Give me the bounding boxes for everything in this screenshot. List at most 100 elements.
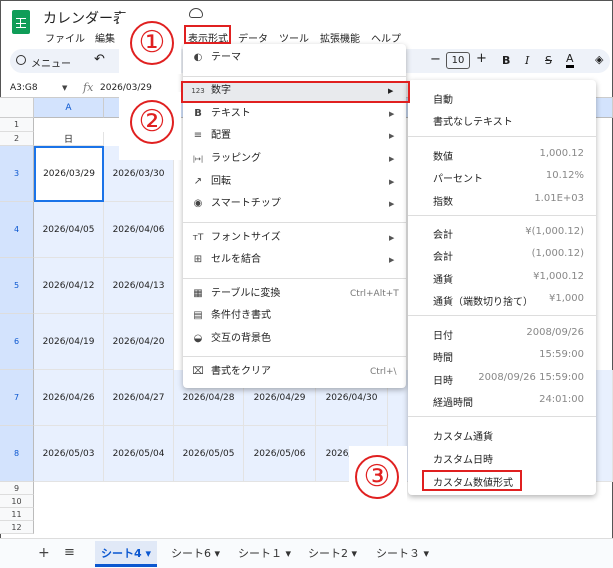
format-time[interactable]: 時間 xyxy=(433,349,453,364)
row-header[interactable]: 1 xyxy=(0,118,34,132)
fill-color-icon[interactable]: ◈ xyxy=(595,53,603,66)
format-percent[interactable]: パーセント xyxy=(433,170,483,185)
menu-item-alternating-colors[interactable]: ◒ 交互の背景色 xyxy=(183,329,406,349)
format-scientific[interactable]: 指数 xyxy=(433,193,453,208)
menu-divider xyxy=(408,136,596,137)
format-custom-currency[interactable]: カスタム通貨 xyxy=(433,428,493,443)
name-box[interactable]: A3:G8 xyxy=(10,83,38,93)
format-example: ¥1,000.12 xyxy=(533,271,584,282)
all-sheets-button[interactable]: ≡ xyxy=(64,545,75,560)
date-cell[interactable]: 2026/04/20 xyxy=(104,314,174,370)
menu-edit[interactable]: 編集 xyxy=(95,30,115,45)
sheet-tab[interactable]: シート１ ▾ xyxy=(232,541,297,567)
sheet-tab-active[interactable]: シート4 ▾ xyxy=(95,541,158,567)
menu-divider xyxy=(408,215,596,216)
select-all-corner[interactable] xyxy=(0,98,34,118)
menu-item-convert-to-table[interactable]: ▦ テーブルに変換 Ctrl+Alt+T xyxy=(183,284,406,304)
format-auto[interactable]: 自動 xyxy=(433,91,453,106)
document-title[interactable]: カレンダー表 xyxy=(43,8,127,28)
row-header[interactable]: 8 xyxy=(0,426,34,482)
italic-button[interactable]: I xyxy=(525,54,529,67)
date-cell[interactable]: 2026/04/06 xyxy=(104,202,174,258)
sheet-tab[interactable]: シート6 ▾ xyxy=(165,541,226,567)
menu-file[interactable]: ファイル xyxy=(45,30,85,45)
row-header[interactable]: 3 xyxy=(0,146,34,202)
format-currency[interactable]: 通貨 xyxy=(433,271,453,286)
menu-item-smart-chips[interactable]: ◉ スマートチップ ▶ xyxy=(183,194,406,214)
sheet-tab[interactable]: シート３ ▾ xyxy=(370,541,435,567)
palette-icon: ◐ xyxy=(193,52,203,63)
date-cell[interactable]: 2026/05/03 xyxy=(34,426,104,482)
add-sheet-button[interactable]: + xyxy=(38,545,50,561)
date-cell[interactable]: 2026/04/19 xyxy=(34,314,104,370)
column-header-a[interactable]: A xyxy=(34,98,104,118)
menu-help[interactable]: ヘルプ xyxy=(371,30,401,45)
submenu-arrow-icon: ▶ xyxy=(389,110,395,118)
row-header[interactable]: 11 xyxy=(0,508,34,521)
search-icon[interactable] xyxy=(16,55,26,65)
name-box-dropdown-icon[interactable]: ▼ xyxy=(62,84,67,92)
format-datetime[interactable]: 日時 xyxy=(433,372,453,387)
active-cell[interactable]: 2026/03/29 xyxy=(34,146,104,202)
format-date[interactable]: 日付 xyxy=(433,327,453,342)
menu-extensions[interactable]: 拡張機能 xyxy=(320,30,360,45)
menu-item-wrapping[interactable]: |↦| ラッピング ▶ xyxy=(183,149,406,169)
menu-item-conditional-formatting[interactable]: ▤ 条件付き書式 xyxy=(183,306,406,326)
menu-item-rotation[interactable]: ↗ 回転 ▶ xyxy=(183,172,406,192)
row-header[interactable]: 6 xyxy=(0,314,34,370)
row-header[interactable]: 2 xyxy=(0,132,34,146)
row-header[interactable]: 5 xyxy=(0,258,34,314)
menu-data[interactable]: データ xyxy=(238,30,268,45)
row-header[interactable]: 10 xyxy=(0,495,34,508)
day-header-cell[interactable]: 日 xyxy=(34,132,104,146)
menu-item-clear-formatting[interactable]: ⌧ 書式をクリア Ctrl+\ xyxy=(183,362,406,382)
date-cell[interactable]: 2026/04/12 xyxy=(34,258,104,314)
rotate-icon: ↗ xyxy=(193,176,203,187)
date-cell[interactable]: 2026/04/05 xyxy=(34,202,104,258)
menu-item-alignment[interactable]: ≡ 配置 ▶ xyxy=(183,126,406,146)
row-header[interactable]: 7 xyxy=(0,370,34,426)
sheets-logo-icon[interactable] xyxy=(12,10,30,34)
date-cell[interactable]: 2026/04/26 xyxy=(34,370,104,426)
date-cell[interactable]: 2026/05/06 xyxy=(244,426,316,482)
shortcut-label: Ctrl+Alt+T xyxy=(350,289,399,299)
format-plain-text[interactable]: 書式なしテキスト xyxy=(433,113,513,128)
menu-tools[interactable]: ツール xyxy=(279,30,309,45)
submenu-arrow-icon: ▶ xyxy=(389,132,395,140)
menu-item-merge-cells[interactable]: ⊞ セルを結合 ▶ xyxy=(183,250,406,270)
date-cell[interactable]: 2026/04/27 xyxy=(104,370,174,426)
format-currency-rounded[interactable]: 通貨（端数切り捨て） xyxy=(433,293,533,308)
format-financial[interactable]: 会計 xyxy=(433,248,453,263)
decrease-font-size-button[interactable]: − xyxy=(430,52,441,67)
submenu-arrow-icon: ▶ xyxy=(389,234,395,242)
date-cell[interactable]: 2026/05/04 xyxy=(104,426,174,482)
format-example: 15:59:00 xyxy=(539,349,584,360)
format-number[interactable]: 数値 xyxy=(433,148,453,163)
menu-item-theme[interactable]: ◐ テーマ xyxy=(183,48,406,68)
increase-font-size-button[interactable]: + xyxy=(476,51,487,66)
menu-item-font-size[interactable]: тT フォントサイズ ▶ xyxy=(183,228,406,248)
bold-button[interactable]: B xyxy=(502,54,510,67)
menu-item-text[interactable]: B テキスト ▶ xyxy=(183,104,406,124)
format-example: 10.12% xyxy=(545,170,584,181)
date-cell[interactable]: 2026/05/05 xyxy=(174,426,244,482)
format-accounting[interactable]: 会計 xyxy=(433,226,453,241)
align-icon: ≡ xyxy=(193,130,203,141)
sheet-tab[interactable]: シート2 ▾ xyxy=(302,541,363,567)
undo-icon[interactable]: ↶ xyxy=(94,52,105,67)
row-header[interactable]: 9 xyxy=(0,482,34,495)
format-example: 24:01:00 xyxy=(539,394,584,405)
row-header[interactable]: 4 xyxy=(0,202,34,258)
shortcut-label: Ctrl+\ xyxy=(370,367,397,377)
text-color-button[interactable]: A xyxy=(566,52,574,68)
submenu-arrow-icon: ▶ xyxy=(389,256,395,264)
menu-divider xyxy=(183,356,406,357)
strikethrough-button[interactable]: S xyxy=(545,54,552,67)
fx-icon: fx xyxy=(83,81,94,94)
row-header[interactable]: 12 xyxy=(0,521,34,534)
search-menus-label[interactable]: メニュー xyxy=(31,55,71,70)
font-size-input[interactable]: 10 xyxy=(446,52,470,69)
date-cell[interactable]: 2026/04/13 xyxy=(104,258,174,314)
format-custom-datetime[interactable]: カスタム日時 xyxy=(433,451,493,466)
format-duration[interactable]: 経過時間 xyxy=(433,394,473,409)
